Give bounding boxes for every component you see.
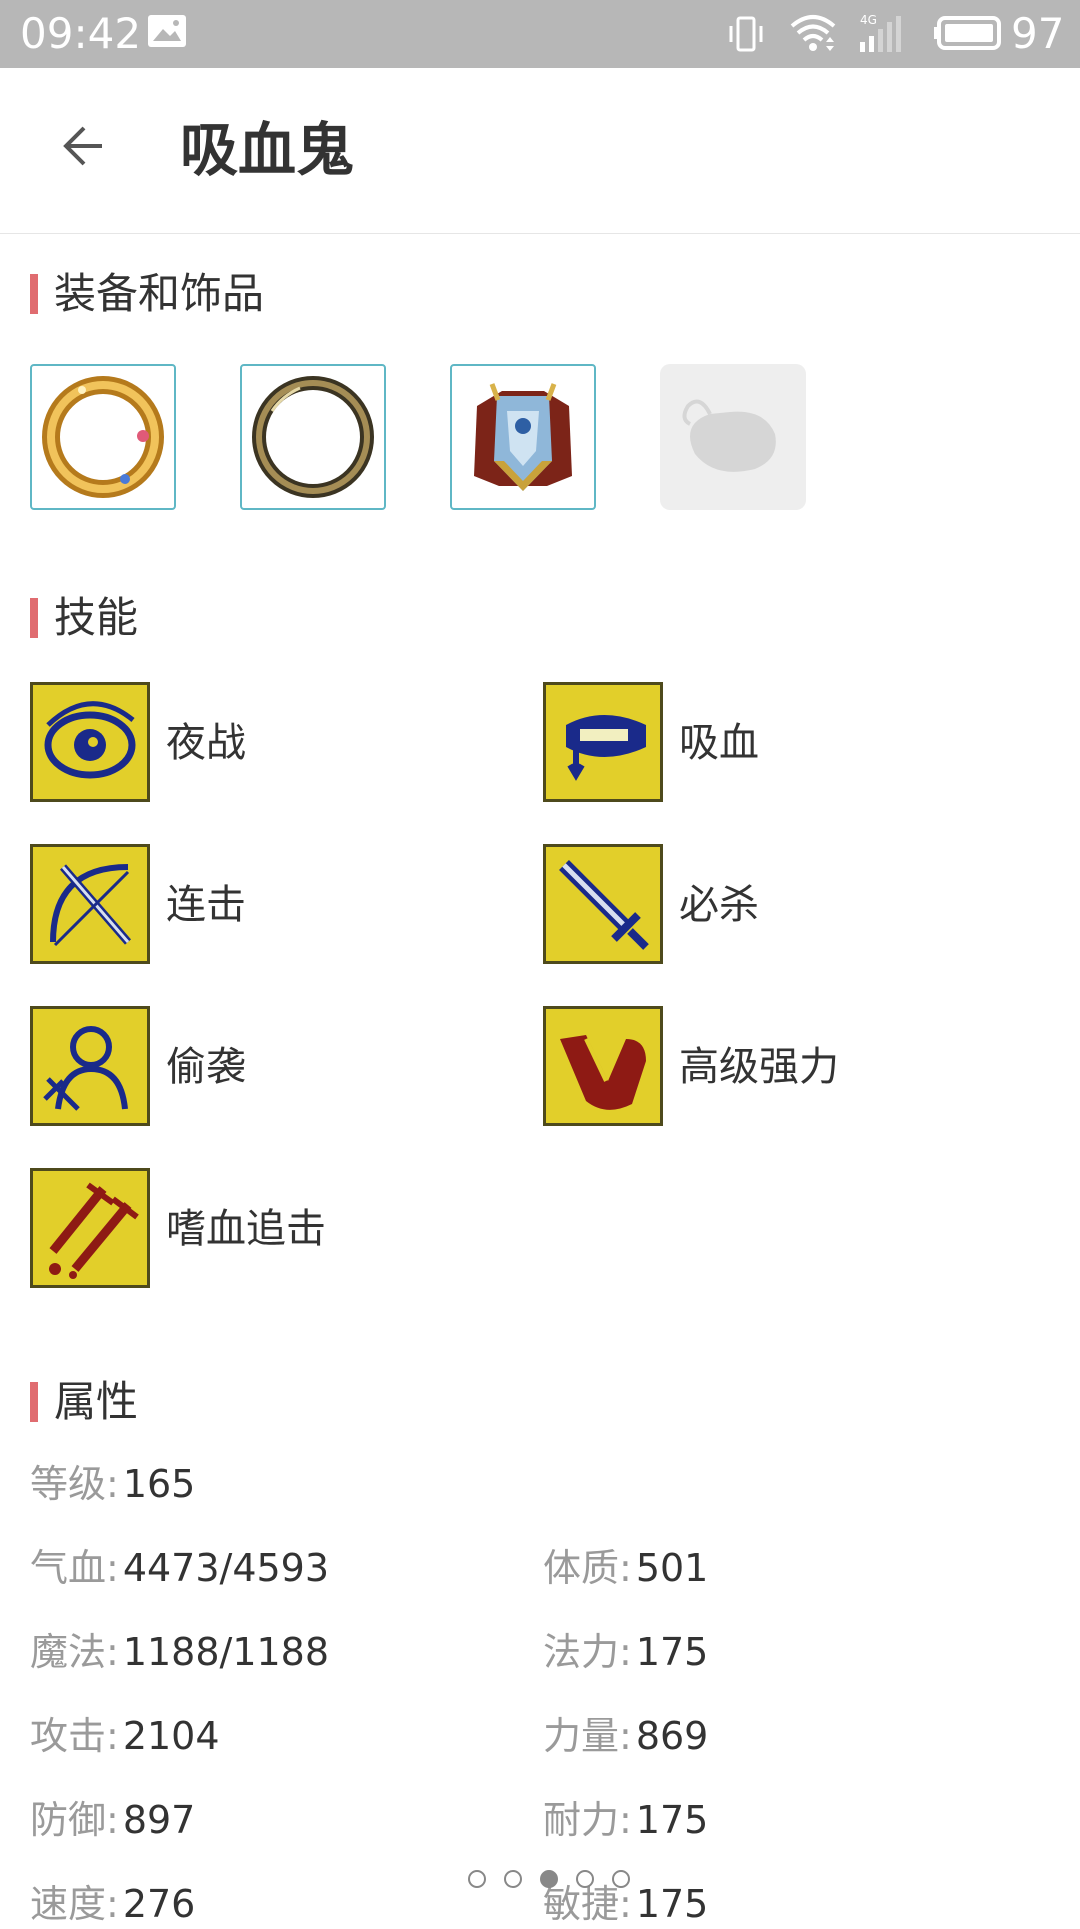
equipment-slot-bronze-ring[interactable]	[240, 364, 386, 510]
section-title-skills: 技能	[54, 593, 139, 642]
skill-label: 吸血	[679, 720, 759, 766]
bronze-ring-icon	[252, 376, 374, 498]
section-title-equipment: 装备和饰品	[54, 269, 265, 318]
attr-value: 2104	[122, 1714, 220, 1758]
blood-swords-icon	[30, 1168, 150, 1288]
empty-slot-icon	[682, 399, 776, 472]
vibrate-icon	[726, 14, 766, 58]
attr-endurance: 耐力: 175	[543, 1795, 708, 1845]
battery-level: 97	[1011, 9, 1065, 58]
page-dot[interactable]	[468, 1870, 486, 1888]
arrow-left-icon	[63, 126, 102, 166]
armor-icon	[474, 383, 572, 491]
attr-value: 276	[122, 1882, 196, 1926]
attr-speed: 速度: 276	[30, 1879, 195, 1929]
attr-level: 等级: 165	[30, 1459, 195, 1509]
attr-value: 175	[635, 1882, 709, 1926]
sword-icon	[543, 844, 663, 964]
page-dot[interactable]	[576, 1870, 594, 1888]
fangs-icon	[543, 682, 663, 802]
skill-label: 嗜血追击	[166, 1206, 326, 1252]
eye-icon	[30, 682, 150, 802]
page-dot[interactable]	[612, 1870, 630, 1888]
attr-magic: 法力: 175	[543, 1627, 708, 1677]
bow-sword-icon	[30, 844, 150, 964]
skill-label: 连击	[166, 882, 246, 928]
back-button[interactable]	[48, 110, 120, 182]
attr-value: 175	[635, 1798, 709, 1842]
arm-icon	[543, 1006, 663, 1126]
attr-label: 气血:	[30, 1546, 119, 1590]
status-time: 09:42	[20, 9, 142, 58]
attr-value: 4473/4593	[122, 1546, 330, 1590]
attr-value: 897	[122, 1798, 196, 1842]
signal-4g-icon: 4G	[856, 12, 912, 60]
picture-icon	[147, 14, 187, 52]
gold-ring-icon	[42, 376, 164, 498]
attr-strength: 力量: 869	[543, 1711, 708, 1761]
equipment-slot-armor[interactable]	[450, 364, 596, 510]
attr-label: 速度:	[30, 1882, 119, 1926]
attr-mp: 魔法: 1188/1188	[30, 1627, 329, 1677]
attr-value: 1188/1188	[122, 1630, 330, 1674]
attr-label: 力量:	[543, 1714, 632, 1758]
figure-icon	[30, 1006, 150, 1126]
attr-label: 等级:	[30, 1462, 119, 1506]
status-bar: 09:42 4G 97	[0, 0, 1080, 68]
title-bar	[0, 68, 1080, 234]
attr-label: 法力:	[543, 1630, 632, 1674]
attr-defense: 防御: 897	[30, 1795, 195, 1845]
attr-label: 攻击:	[30, 1714, 119, 1758]
equipment-slot-empty[interactable]	[660, 364, 806, 510]
attr-value: 175	[635, 1630, 709, 1674]
attr-label: 魔法:	[30, 1630, 119, 1674]
page-dot[interactable]	[504, 1870, 522, 1888]
section-accent-bar	[30, 598, 38, 638]
attr-label: 耐力:	[543, 1798, 632, 1842]
section-accent-bar	[30, 274, 38, 314]
equipment-slot-gold-ring[interactable]	[30, 364, 176, 510]
attr-hp: 气血: 4473/4593	[30, 1543, 329, 1593]
attr-value: 501	[635, 1546, 709, 1590]
attr-label: 防御:	[30, 1798, 119, 1842]
attr-value: 869	[635, 1714, 709, 1758]
attr-value: 165	[122, 1462, 196, 1506]
skill-label: 高级强力	[679, 1044, 839, 1090]
attr-attack: 攻击: 2104	[30, 1711, 220, 1761]
attr-label: 体质:	[543, 1546, 632, 1590]
skill-label: 夜战	[166, 720, 246, 766]
section-accent-bar	[30, 1382, 38, 1422]
page-title: 吸血鬼	[180, 116, 355, 184]
attr-label: 敏捷:	[543, 1882, 632, 1926]
page-dot-active[interactable]	[540, 1870, 558, 1888]
attr-constitution: 体质: 501	[543, 1543, 708, 1593]
section-title-attributes: 属性	[54, 1377, 139, 1426]
battery-icon	[933, 16, 1003, 54]
svg-text:4G: 4G	[860, 13, 877, 27]
wifi-icon	[788, 12, 838, 60]
skill-label: 偷袭	[166, 1044, 246, 1090]
skill-label: 必杀	[679, 882, 759, 928]
